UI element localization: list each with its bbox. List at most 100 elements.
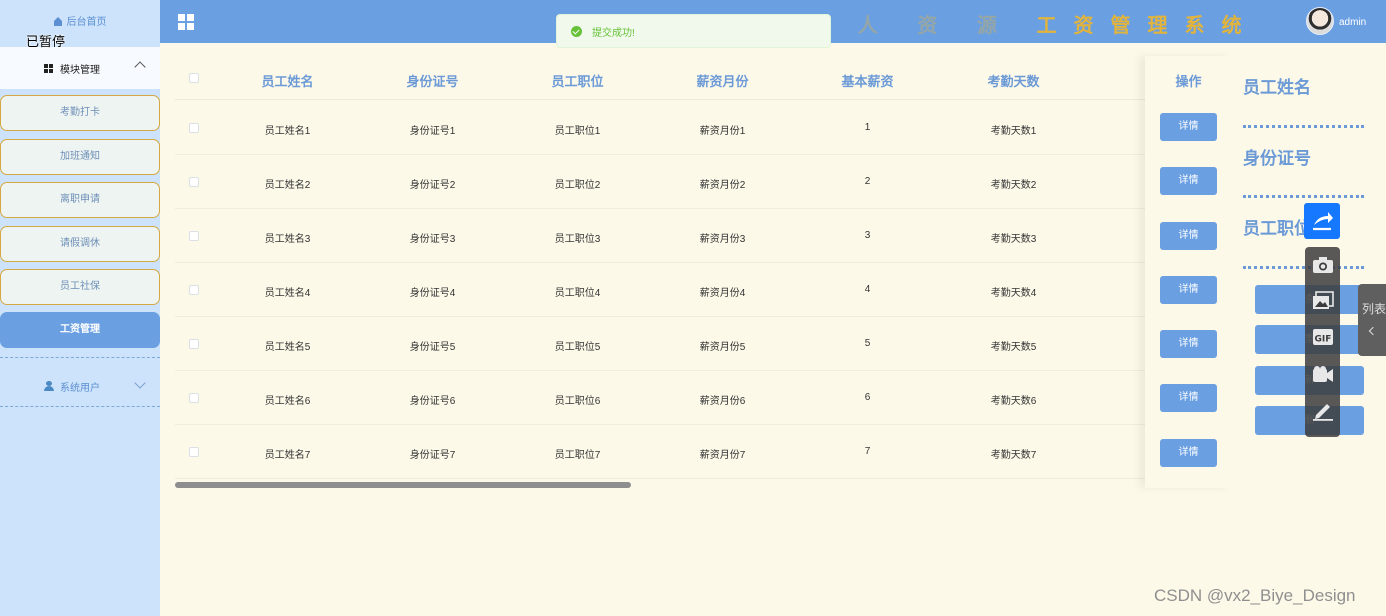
table-row: 员工姓名3 身份证号3 员工职位3 薪资月份3 3 考勤天数3 加 — [175, 209, 1232, 263]
cell-attendance: 考勤天数7 — [990, 450, 1037, 461]
cell-attendance: 考勤天数2 — [990, 180, 1037, 191]
horizontal-scrollbar[interactable] — [175, 482, 631, 488]
detail-button[interactable]: 详情 — [1160, 276, 1217, 304]
ops-header: 操作 — [1175, 74, 1202, 89]
search-input-position[interactable] — [1243, 266, 1364, 269]
image-icon[interactable] — [1305, 283, 1340, 319]
column-header[interactable]: 薪资月份 — [650, 71, 795, 90]
cell-position: 员工职位3 — [554, 234, 601, 245]
chevron-down-icon — [134, 377, 146, 389]
gif-icon[interactable]: GIF — [1305, 319, 1340, 355]
sidebar-item-resignation[interactable]: 离职申请 — [0, 182, 160, 218]
row-checkbox[interactable] — [189, 231, 199, 241]
cell-month: 薪资月份1 — [699, 126, 746, 137]
sidebar-item-social-security[interactable]: 员工社保 — [0, 269, 160, 305]
detail-button[interactable]: 详情 — [1160, 222, 1217, 250]
sidebar: 后台首页 模块管理 考勤打卡 加班通知 离职申请 请假调休 员工社保 工资管理 … — [0, 0, 160, 616]
column-header[interactable]: 考勤天数 — [941, 71, 1086, 90]
table-row: 员工姓名2 身份证号2 员工职位2 薪资月份2 2 考勤天数2 加 — [175, 155, 1232, 209]
cell-id: 身份证号7 — [409, 450, 456, 461]
table-row: 员工姓名5 身份证号5 员工职位5 薪资月份5 5 考勤天数5 加 — [175, 317, 1232, 371]
cell-month: 薪资月份7 — [699, 450, 746, 461]
sidebar-home[interactable]: 后台首页 — [0, 0, 160, 40]
detail-button[interactable]: 详情 — [1160, 384, 1217, 412]
cell-name: 员工姓名2 — [264, 180, 311, 191]
cell-id: 身份证号5 — [409, 342, 456, 353]
chevron-up-icon — [134, 61, 146, 73]
cell-name: 员工姓名7 — [264, 450, 311, 461]
table-row: 员工姓名1 身份证号1 员工职位1 薪资月份1 1 考勤天数1 加 — [175, 101, 1232, 155]
row-checkbox[interactable] — [189, 177, 199, 187]
cell-attendance: 考勤天数6 — [990, 396, 1037, 407]
cell-id: 身份证号4 — [409, 288, 456, 299]
video-icon[interactable] — [1305, 357, 1340, 393]
system-users-label: 系统用户 — [60, 382, 100, 394]
detail-button[interactable]: 详情 — [1160, 330, 1217, 358]
data-table: 员工姓名 身份证号 员工职位 薪资月份 基本薪资 考勤天数 加 员工姓名1 身份… — [175, 56, 1232, 488]
sidebar-item-overtime[interactable]: 加班通知 — [0, 139, 160, 175]
cell-month: 薪资月份3 — [699, 234, 746, 245]
row-checkbox[interactable] — [189, 285, 199, 295]
detail-button[interactable]: 详情 — [1160, 167, 1217, 195]
cell-id: 身份证号6 — [409, 396, 456, 407]
sidebar-item-leave[interactable]: 请假调休 — [0, 226, 160, 262]
cell-name: 员工姓名1 — [264, 126, 311, 137]
column-header[interactable]: 身份证号 — [360, 71, 505, 90]
cell-base-salary: 4 — [864, 284, 871, 295]
column-header[interactable]: 基本薪资 — [795, 71, 940, 90]
share-button[interactable] — [1304, 203, 1340, 239]
cell-name: 员工姓名6 — [264, 396, 311, 407]
success-toast: 提交成功! — [556, 14, 831, 48]
column-header[interactable]: 员工职位 — [505, 71, 650, 90]
table-row: 员工姓名4 身份证号4 员工职位4 薪资月份4 4 考勤天数4 加 — [175, 263, 1232, 317]
camera-icon[interactable] — [1305, 247, 1340, 283]
cell-month: 薪资月份2 — [699, 180, 746, 191]
column-header[interactable]: 员工姓名 — [215, 71, 360, 90]
sidebar-divider — [0, 406, 160, 407]
cell-position: 员工职位4 — [554, 288, 601, 299]
detail-button[interactable]: 详情 — [1160, 113, 1217, 141]
cell-base-salary: 6 — [864, 392, 871, 403]
paused-label: 已暂停 — [26, 34, 66, 49]
list-side-tab[interactable]: 列表 — [1358, 284, 1386, 356]
share-icon — [1313, 212, 1333, 231]
cell-attendance: 考勤天数5 — [990, 342, 1037, 353]
operations-column: 操作 详情 详情 详情 详情 详情 详情 详情 — [1145, 56, 1232, 488]
cell-position: 员工职位6 — [554, 396, 601, 407]
cell-attendance: 考勤天数1 — [990, 126, 1037, 137]
home-label: 后台首页 — [66, 17, 107, 28]
search-input-name[interactable] — [1243, 125, 1364, 128]
table-header: 员工姓名 身份证号 员工职位 薪资月份 基本薪资 考勤天数 加 — [175, 56, 1232, 100]
avatar[interactable] — [1306, 7, 1334, 35]
pen-icon[interactable] — [1305, 393, 1340, 429]
sidebar-item-attendance[interactable]: 考勤打卡 — [0, 95, 160, 131]
check-circle-icon — [571, 25, 582, 37]
menu-toggle-icon[interactable] — [178, 14, 194, 30]
row-checkbox[interactable] — [189, 123, 199, 133]
search-input-id[interactable] — [1243, 195, 1364, 198]
cell-base-salary: 7 — [864, 446, 871, 457]
home-icon — [53, 17, 62, 26]
toast-message: 提交成功! — [592, 27, 635, 39]
cell-name: 员工姓名4 — [264, 288, 311, 299]
sidebar-item-salary[interactable]: 工资管理 — [0, 312, 160, 348]
row-checkbox[interactable] — [189, 339, 199, 349]
cell-attendance: 考勤天数4 — [990, 288, 1037, 299]
cell-base-salary: 5 — [864, 338, 871, 349]
sidebar-divider — [0, 357, 160, 358]
cell-position: 员工职位7 — [554, 450, 601, 461]
cell-month: 薪资月份6 — [699, 396, 746, 407]
row-checkbox[interactable] — [189, 447, 199, 457]
sidebar-system-users[interactable]: 系统用户 — [0, 366, 160, 406]
svg-text:GIF: GIF — [1315, 335, 1332, 345]
select-all-checkbox[interactable] — [189, 73, 199, 83]
detail-button[interactable]: 详情 — [1160, 439, 1217, 467]
cell-id: 身份证号2 — [409, 180, 456, 191]
cell-id: 身份证号3 — [409, 234, 456, 245]
cell-name: 员工姓名5 — [264, 342, 311, 353]
username[interactable]: admin — [1339, 17, 1366, 28]
sidebar-module-management[interactable]: 模块管理 — [0, 47, 160, 89]
cell-position: 员工职位1 — [554, 126, 601, 137]
row-checkbox[interactable] — [189, 393, 199, 403]
watermark: CSDN @vx2_Biye_Design — [1154, 586, 1356, 605]
